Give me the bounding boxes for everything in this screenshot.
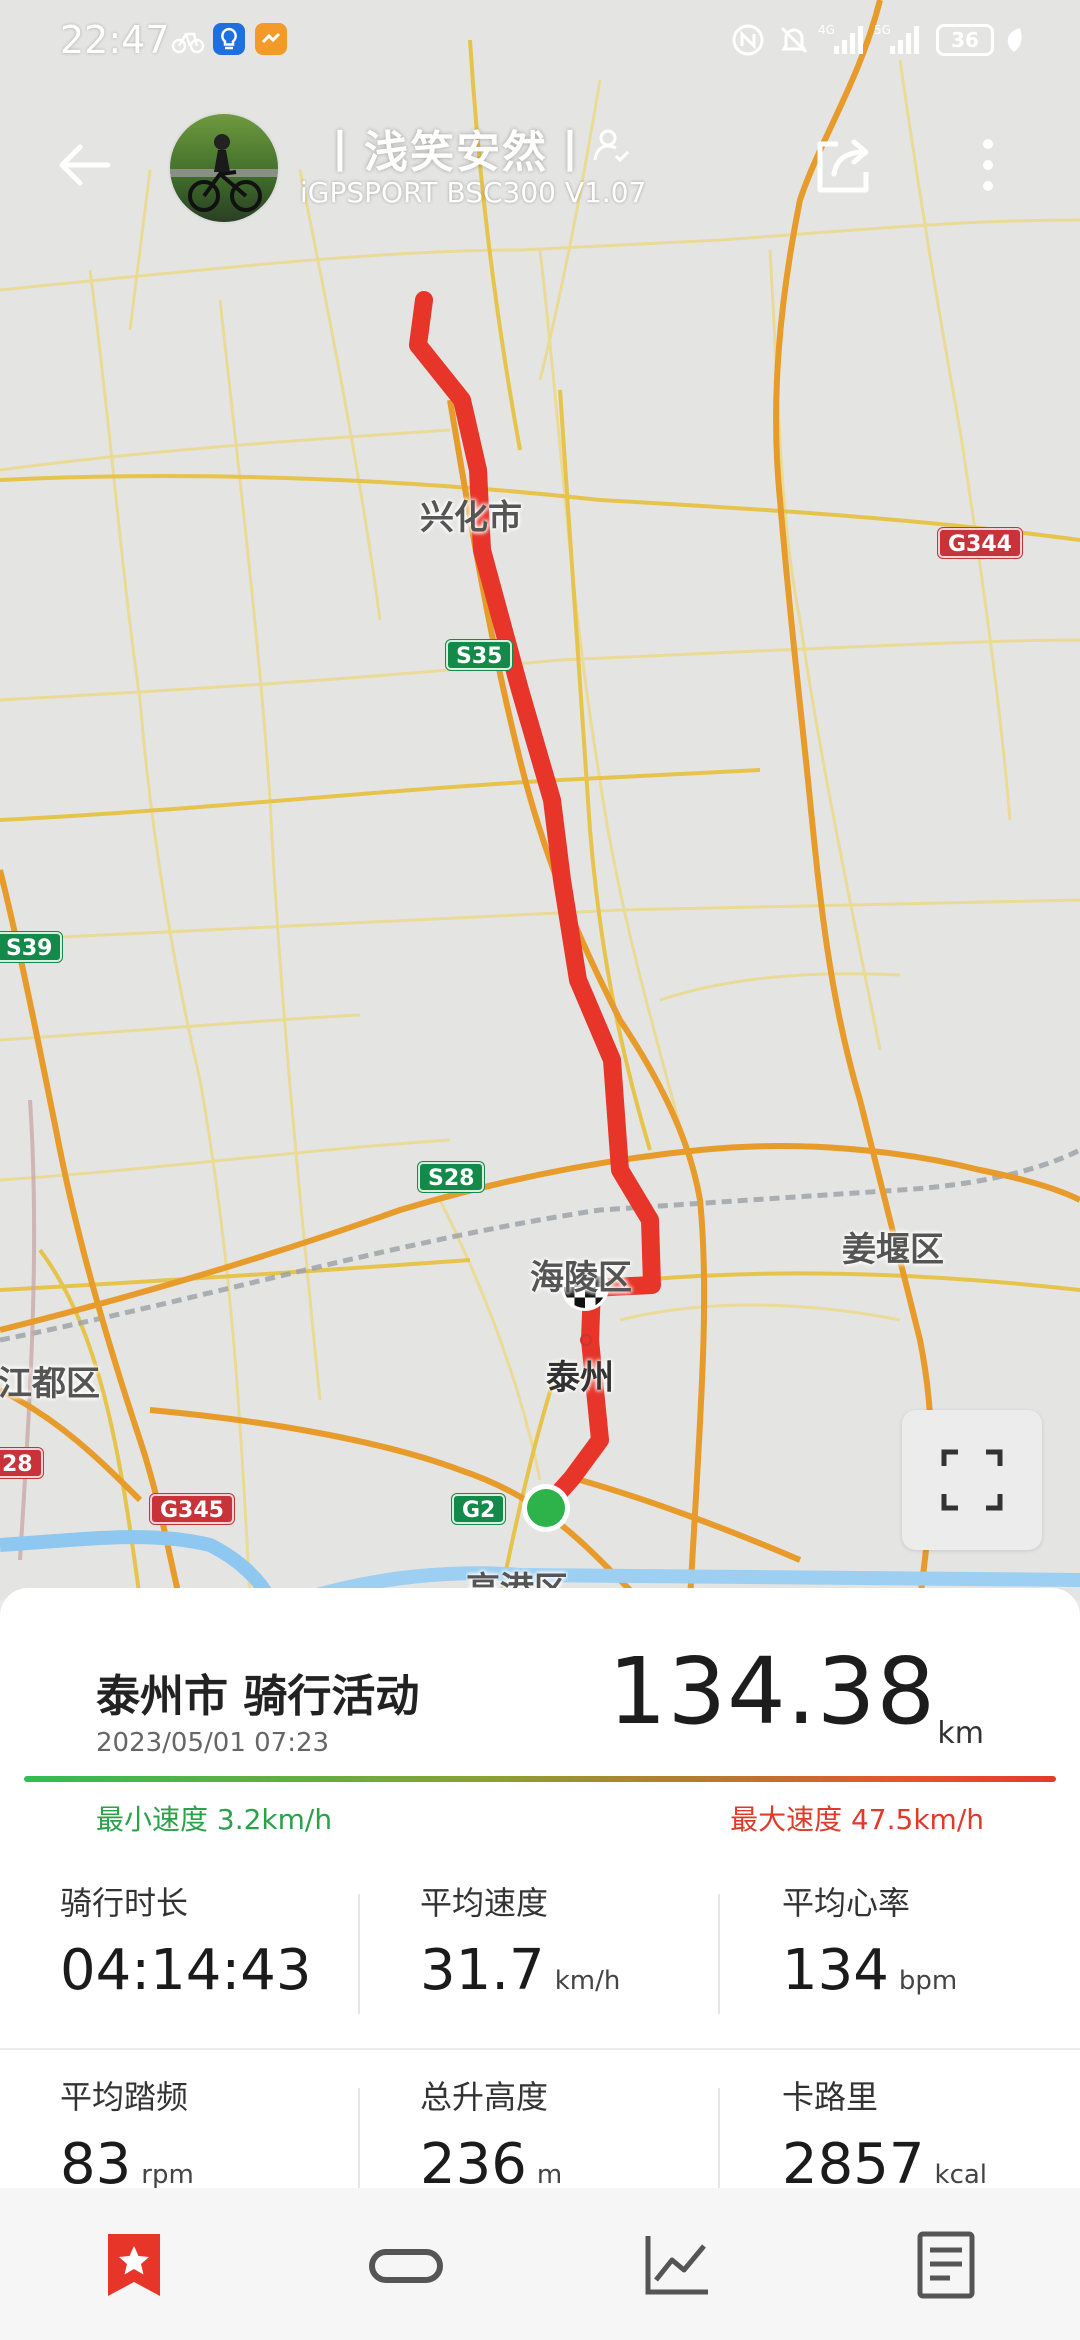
device-label: iGPSPORT BSC300 V1.07	[300, 176, 647, 209]
stat-divider	[358, 1894, 360, 2014]
stat-label: 平均心率	[782, 1884, 911, 1922]
stat-label: 卡路里	[782, 2078, 879, 2116]
road-shield-s28: S28	[418, 1162, 485, 1192]
nav-tab-bookmark[interactable]	[94, 2230, 174, 2300]
bicycle-notify-icon	[170, 22, 206, 58]
document-list-icon	[917, 2231, 975, 2299]
ride-loop-icon	[369, 2249, 443, 2283]
signal-5g-icon: 5G	[874, 22, 924, 58]
stat-divider	[718, 1894, 720, 2014]
bookmark-star-icon	[108, 2234, 160, 2296]
fullscreen-button[interactable]	[902, 1410, 1042, 1550]
lightbulb-app-icon	[212, 22, 246, 58]
activity-summary-sheet: 泰州市 骑行活动 2023/05/01 07:23 134.38 km 最小速度…	[0, 1588, 1080, 2193]
stat-avg-speed: 平均速度 31.7 km/h	[420, 1878, 780, 2003]
back-button[interactable]	[50, 135, 120, 195]
stat-ride-duration: 骑行时长 04:14:43	[60, 1878, 420, 2003]
mute-icon	[776, 22, 812, 58]
speed-gradient-bar	[24, 1776, 1056, 1782]
map-label-xinghua: 兴化市	[420, 498, 522, 538]
status-bar: 22:47 4G 5G 36	[0, 0, 1080, 80]
map-label-gaogang: 高港区	[466, 1570, 568, 1590]
stat-avg-cadence: 平均踏频 83 rpm	[60, 2072, 420, 2193]
stat-unit: m	[536, 2160, 563, 2190]
avatar[interactable]	[168, 112, 280, 224]
nav-tab-loop[interactable]	[366, 2230, 446, 2300]
svg-text:4G: 4G	[818, 23, 835, 37]
road-shield-28: 28	[0, 1448, 43, 1478]
nfc-icon	[730, 22, 766, 58]
stat-avg-heart-rate: 平均心率 134 bpm	[782, 1878, 1080, 2003]
stat-unit: km/h	[554, 1966, 621, 1996]
stat-value: 04:14:43	[60, 1938, 312, 2003]
activity-datetime: 2023/05/01 07:23	[96, 1728, 330, 1758]
signal-4g-icon: 4G	[818, 22, 864, 58]
stats-row-divider	[0, 2048, 1080, 2050]
svg-text:5G: 5G	[874, 23, 891, 37]
road-shield-g344: G344	[938, 528, 1022, 558]
stat-value: 134	[782, 1938, 889, 2003]
stat-label: 平均踏频	[60, 2078, 189, 2116]
start-point-icon	[522, 1484, 570, 1532]
distance-value: 134.38	[608, 1638, 936, 1745]
map-label-taizhou: 泰州	[546, 1358, 614, 1398]
stat-value: 2857	[782, 2132, 925, 2193]
stat-unit: bpm	[898, 1966, 958, 1996]
road-shield-g2: G2	[452, 1494, 506, 1524]
fullscreen-icon	[941, 1449, 1003, 1511]
stat-divider	[358, 2088, 360, 2193]
stat-label: 总升高度	[420, 2078, 549, 2116]
distance-unit: km	[937, 1716, 984, 1751]
stat-divider	[718, 2088, 720, 2193]
stat-value: 83	[60, 2132, 132, 2193]
map-label-hailing: 海陵区	[530, 1258, 632, 1298]
status-time: 22:47	[60, 18, 170, 62]
stat-unit: kcal	[934, 2160, 988, 2190]
arrow-left-icon	[59, 144, 111, 186]
user-follow-icon[interactable]	[590, 124, 634, 168]
stat-value: 31.7	[420, 1938, 545, 2003]
stat-value: 236	[420, 2132, 527, 2193]
nav-tab-chart[interactable]	[636, 2230, 716, 2300]
orange-app-icon	[254, 22, 288, 58]
activity-title: 泰州市 骑行活动	[96, 1671, 420, 1722]
map-label-jiangdu: 江都区	[0, 1364, 100, 1404]
share-button[interactable]	[808, 130, 878, 200]
stat-calories: 卡路里 2857 kcal	[782, 2072, 1080, 2193]
battery-icon: 36	[936, 24, 994, 56]
more-vertical-icon	[983, 139, 993, 191]
map-label-jiangyan: 姜堰区	[842, 1230, 944, 1270]
max-speed: 最大速度 47.5km/h	[730, 1803, 984, 1836]
nav-tab-document[interactable]	[906, 2230, 986, 2300]
leaf-icon	[1002, 22, 1026, 58]
chart-line-icon	[645, 2236, 708, 2295]
stat-total-ascent: 总升高度 236 m	[420, 2072, 780, 2193]
map-roads	[0, 0, 1080, 1600]
stat-label: 平均速度	[420, 1884, 549, 1922]
share-icon	[817, 139, 869, 193]
rider-name: 丨浅笑安然丨	[318, 127, 594, 178]
route-map[interactable]: 兴化市 海陵区 泰州 姜堰区 江都区 高港区 S35 S39 S28 G344 …	[0, 0, 1080, 1600]
bottom-nav	[0, 2188, 1080, 2340]
min-speed: 最小速度 3.2km/h	[96, 1803, 333, 1836]
stat-unit: rpm	[141, 2160, 194, 2190]
road-shield-s35: S35	[446, 640, 513, 670]
road-shield-g345: G345	[150, 1494, 234, 1524]
ride-route-line	[409, 291, 661, 1514]
road-shield-s39: S39	[0, 932, 63, 962]
more-button[interactable]	[968, 130, 1008, 200]
stat-label: 骑行时长	[60, 1884, 189, 1922]
